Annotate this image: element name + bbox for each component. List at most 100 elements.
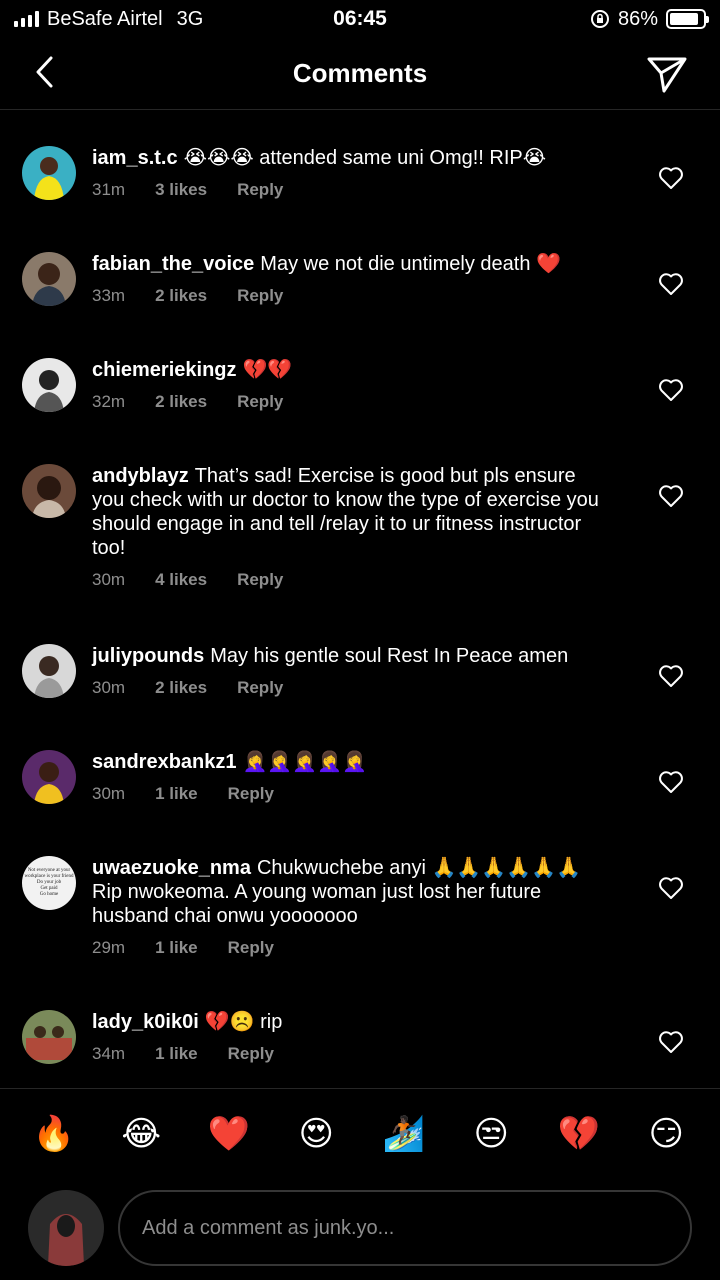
comment-username[interactable]: uwaezuoke_nma	[92, 857, 251, 879]
comment-text-row: juliypounds May his gentle soul Rest In P…	[92, 644, 612, 668]
likes-count[interactable]: 1 like	[155, 938, 198, 958]
avatar[interactable]	[22, 644, 76, 698]
comment-time: 30m	[92, 678, 126, 697]
heart-icon[interactable]	[658, 272, 684, 296]
heart-icon[interactable]	[658, 484, 684, 508]
comment-body: juliypounds May his gentle soul Rest In P…	[92, 644, 612, 698]
comment-meta: 30m 4 likes Reply	[92, 570, 612, 590]
emoji-smirk-button[interactable]: 😏	[643, 1111, 689, 1157]
avatar-text-line: Go home	[39, 892, 59, 897]
likes-count[interactable]: 2 likes	[155, 286, 207, 306]
comment-username[interactable]: fabian_the_voice	[92, 253, 254, 275]
heart-icon[interactable]	[658, 664, 684, 688]
heart-icon[interactable]	[658, 166, 684, 190]
emoji-quick-bar: 🔥 😂 ❤️ 😍 🏄🏿 😒 💔 😏	[0, 1088, 720, 1178]
emoji-unamused-button[interactable]: 😒	[468, 1111, 514, 1157]
comment-body: fabian_the_voice May we not die untimely …	[92, 252, 612, 306]
signal-icon	[14, 11, 39, 27]
comment-time: 34m	[92, 1044, 126, 1063]
emoji-heart-button[interactable]: ❤️	[206, 1111, 252, 1157]
comment-text-row: chiemeriekingz 💔💔	[92, 358, 612, 382]
likes-count[interactable]: 1 like	[155, 1044, 198, 1064]
share-button[interactable]	[644, 52, 690, 98]
comment-username[interactable]: juliypounds	[92, 645, 204, 667]
status-right: 86%	[590, 7, 709, 31]
battery-percent: 86%	[617, 7, 658, 30]
emoji-fire-button[interactable]: 🔥	[31, 1111, 77, 1157]
comment-time: 30m	[92, 784, 126, 803]
comment-meta: 33m 2 likes Reply	[92, 286, 612, 306]
heart-icon[interactable]	[658, 1030, 684, 1054]
paper-plane-icon	[647, 57, 687, 93]
comment-text: 💔💔	[242, 359, 293, 381]
reply-button[interactable]: Reply	[237, 678, 283, 698]
comment-text-row: iam_s.t.c 😭😭😭 attended same uni Omg!! RIP…	[92, 146, 612, 170]
likes-count[interactable]: 1 like	[155, 784, 198, 804]
comment-meta: 30m 1 like Reply	[92, 784, 612, 804]
comment-time: 29m	[92, 938, 126, 957]
likes-count[interactable]: 2 likes	[155, 392, 207, 412]
emoji-heart-eyes-button[interactable]: 😍	[293, 1111, 339, 1157]
comment-time: 30m	[92, 570, 126, 589]
comment-username[interactable]: andyblayz	[92, 465, 189, 487]
comment-time: 31m	[92, 180, 126, 199]
avatar[interactable]	[22, 750, 76, 804]
likes-count[interactable]: 3 likes	[155, 180, 207, 200]
comment-meta: 32m 2 likes Reply	[92, 392, 612, 412]
comment-text: 🤦‍♀️🤦‍♀️🤦‍♀️🤦‍♀️🤦‍♀️	[242, 751, 368, 773]
comment-body: iam_s.t.c 😭😭😭 attended same uni Omg!! RIP…	[92, 146, 612, 200]
carrier-name: BeSafe Airtel	[47, 7, 163, 30]
reply-button[interactable]: Reply	[228, 938, 274, 958]
comment-body: lady_k0ik0i 💔☹️ rip 34m 1 like Reply	[92, 1010, 612, 1064]
comment-username[interactable]: chiemeriekingz	[92, 359, 237, 381]
comment-username[interactable]: sandrexbankz1	[92, 751, 237, 773]
reply-button[interactable]: Reply	[237, 570, 283, 590]
comment-meta: 34m 1 like Reply	[92, 1044, 612, 1064]
avatar[interactable]	[22, 358, 76, 412]
chevron-left-icon	[36, 56, 53, 88]
comment-meta: 30m 2 likes Reply	[92, 678, 612, 698]
back-button[interactable]	[24, 52, 64, 92]
my-avatar[interactable]	[28, 1190, 104, 1266]
comment-text: May we not die untimely death ❤️	[260, 253, 561, 275]
emoji-surfer-button[interactable]: 🏄🏿	[381, 1111, 427, 1157]
heart-icon[interactable]	[658, 876, 684, 900]
heart-icon[interactable]	[658, 378, 684, 402]
comment-time: 32m	[92, 392, 126, 411]
reply-button[interactable]: Reply	[237, 286, 283, 306]
comment-input[interactable]	[118, 1190, 692, 1266]
reply-button[interactable]: Reply	[237, 392, 283, 412]
comment-text: 😭😭😭 attended same uni Omg!! RIP😭	[183, 147, 547, 169]
avatar[interactable]	[22, 464, 76, 518]
comment-text-row: andyblayz That’s sad! Exercise is good bu…	[92, 464, 612, 560]
comment-text-row: sandrexbankz1 🤦‍♀️🤦‍♀️🤦‍♀️🤦‍♀️🤦‍♀️	[92, 750, 612, 774]
reply-button[interactable]: Reply	[228, 1044, 274, 1064]
likes-count[interactable]: 2 likes	[155, 678, 207, 698]
reply-button[interactable]: Reply	[228, 784, 274, 804]
comment-composer	[0, 1186, 720, 1270]
comment-username[interactable]: iam_s.t.c	[92, 147, 178, 169]
likes-count[interactable]: 4 likes	[155, 570, 207, 590]
comment-meta: 29m 1 like Reply	[92, 938, 612, 958]
comment-meta: 31m 3 likes Reply	[92, 180, 612, 200]
comment-username[interactable]: lady_k0ik0i	[92, 1011, 199, 1033]
orientation-lock-icon	[590, 10, 609, 28]
reply-button[interactable]: Reply	[237, 180, 283, 200]
status-bar: BeSafe Airtel 3G 06:45 86%	[0, 0, 720, 38]
avatar[interactable]	[22, 252, 76, 306]
status-left: BeSafe Airtel 3G	[14, 8, 203, 31]
comment-text: 💔☹️ rip	[204, 1011, 283, 1033]
heart-icon[interactable]	[658, 770, 684, 794]
comment-body: uwaezuoke_nma Chukwuchebe anyi 🙏🙏🙏🙏🙏🙏 Rip…	[92, 856, 612, 958]
comment-text: May his gentle soul Rest In Peace amen	[210, 645, 569, 667]
comment-body: andyblayz That’s sad! Exercise is good bu…	[92, 464, 612, 590]
emoji-broken-heart-button[interactable]: 💔	[556, 1111, 602, 1157]
comment-body: sandrexbankz1 🤦‍♀️🤦‍♀️🤦‍♀️🤦‍♀️🤦‍♀️ 30m 1 …	[92, 750, 612, 804]
emoji-laughing-button[interactable]: 😂	[118, 1111, 164, 1157]
header: Comments	[0, 38, 720, 110]
avatar[interactable]	[22, 1010, 76, 1064]
comment-time: 33m	[92, 286, 126, 305]
avatar[interactable]: Not everyone at your workplace is your f…	[22, 856, 76, 910]
battery-level	[670, 13, 698, 25]
avatar[interactable]	[22, 146, 76, 200]
